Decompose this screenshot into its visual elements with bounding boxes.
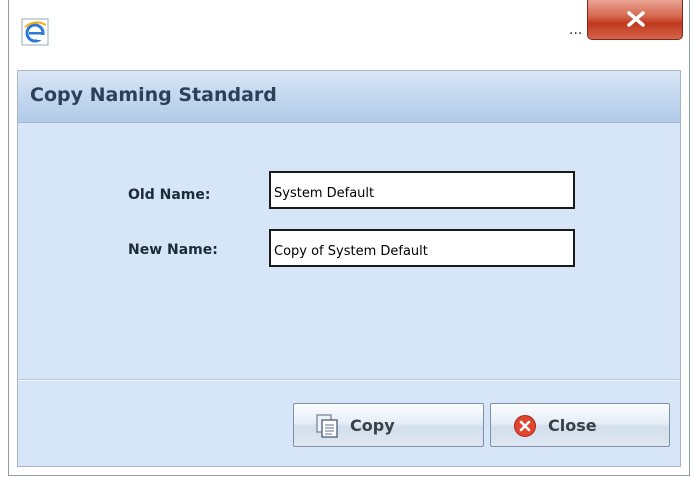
copy-button[interactable]: Copy bbox=[293, 403, 484, 447]
close-button[interactable]: Close bbox=[490, 403, 670, 447]
internet-explorer-icon bbox=[21, 18, 49, 46]
copy-documents-icon bbox=[316, 414, 338, 438]
window-titlebar: ... bbox=[9, 0, 689, 70]
close-x-icon bbox=[627, 11, 645, 27]
red-x-circle-icon bbox=[514, 415, 536, 437]
old-name-label: Old Name: bbox=[128, 187, 211, 203]
copy-button-label: Copy bbox=[350, 416, 395, 435]
title-ellipsis: ... bbox=[569, 22, 583, 38]
dialog-body: Old Name: New Name: bbox=[18, 123, 680, 379]
dialog-header: Copy Naming Standard bbox=[18, 71, 680, 123]
browser-popup-window: ... Copy Naming Standard Old Name: New N… bbox=[8, 0, 690, 476]
new-name-field[interactable] bbox=[269, 229, 575, 267]
new-name-label: New Name: bbox=[128, 242, 218, 258]
window-close-button[interactable] bbox=[587, 0, 683, 40]
old-name-field[interactable] bbox=[269, 171, 575, 209]
close-button-label: Close bbox=[548, 416, 597, 435]
dialog-footer: Copy Close bbox=[18, 381, 680, 466]
copy-naming-standard-dialog: Copy Naming Standard Old Name: New Name:… bbox=[17, 70, 681, 467]
dialog-title: Copy Naming Standard bbox=[30, 84, 277, 106]
